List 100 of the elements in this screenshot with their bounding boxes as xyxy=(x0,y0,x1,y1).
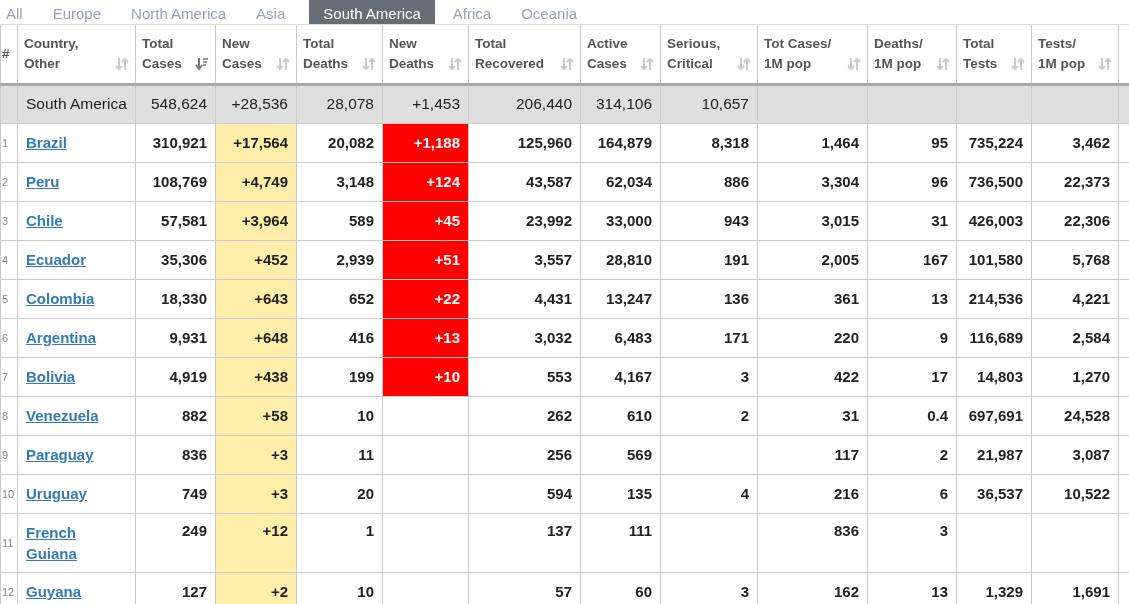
table-cell: 18,330 xyxy=(135,279,216,318)
table-cell: +438 xyxy=(215,357,297,396)
table-cell: 943 xyxy=(660,201,758,240)
table-cell: 10 xyxy=(296,396,383,435)
table-cell: 1,464 xyxy=(757,123,868,162)
table-cell: 2,005 xyxy=(757,240,868,279)
table-cell: 214,536 xyxy=(956,279,1032,318)
row-number: 1 xyxy=(0,123,18,162)
sort-icon[interactable] xyxy=(276,56,290,71)
sort-icon[interactable] xyxy=(115,56,129,71)
region-tab[interactable]: Africa xyxy=(446,0,504,24)
table-cell: +4,749 xyxy=(215,162,297,201)
table-cell: 426,003 xyxy=(956,201,1032,240)
table-cell: 108,769 xyxy=(135,162,216,201)
table-cell: 3,462 xyxy=(1031,123,1119,162)
table-cell: 28,810 xyxy=(580,240,661,279)
table-cell: 220 xyxy=(757,318,868,357)
row-number: 6 xyxy=(0,318,18,357)
table-cell: 4,919 xyxy=(135,357,216,396)
table-cell: 116,689 xyxy=(956,318,1032,357)
country-link[interactable]: Chile xyxy=(26,210,63,231)
table-cell: 96 xyxy=(867,162,957,201)
table-cell: 2,939 xyxy=(296,240,383,279)
table-cell: 553 xyxy=(468,357,581,396)
table-cell: +22 xyxy=(382,279,469,318)
table-cell: 164,879 xyxy=(580,123,661,162)
table-cell: +58 xyxy=(215,396,297,435)
table-cell: 4,431 xyxy=(468,279,581,318)
table-cell: 62,034 xyxy=(580,162,661,201)
region-tab[interactable]: South America xyxy=(309,0,435,24)
table-cell: 13,247 xyxy=(580,279,661,318)
sort-icon[interactable] xyxy=(362,56,376,71)
table-cell: 199 xyxy=(296,357,383,396)
table-cell: +17,564 xyxy=(215,123,297,162)
row-number: 7 xyxy=(0,357,18,396)
table-cell: +3,964 xyxy=(215,201,297,240)
sort-icon[interactable] xyxy=(1098,56,1112,71)
row-number: 2 xyxy=(0,162,18,201)
table-cell: 3,148 xyxy=(296,162,383,201)
table-cell: 3,304 xyxy=(757,162,868,201)
table-cell: 836 xyxy=(135,435,216,474)
table-cell: 6,483 xyxy=(580,318,661,357)
sort-icon[interactable] xyxy=(640,56,654,71)
country-link[interactable]: Peru xyxy=(26,171,60,192)
table-cell: 31 xyxy=(867,201,957,240)
table-cell: 736,500 xyxy=(956,162,1032,201)
table-cell: 2 xyxy=(867,435,957,474)
table-cell: +648 xyxy=(215,318,297,357)
table-cell: 17 xyxy=(867,357,957,396)
row-number: 4 xyxy=(0,240,18,279)
table-cell: 749 xyxy=(135,474,216,513)
table-cell: 697,691 xyxy=(956,396,1032,435)
region-tab[interactable]: Asia xyxy=(250,0,298,24)
row-number: 9 xyxy=(0,435,18,474)
row-number: 12 xyxy=(0,572,18,604)
table-cell: 11 xyxy=(296,435,383,474)
table-cell: 137 xyxy=(468,513,581,572)
table-cell: 136 xyxy=(660,279,758,318)
table-cell: 548,624 xyxy=(135,84,216,123)
country-link[interactable]: Brazil xyxy=(26,132,67,153)
table-cell: +12 xyxy=(215,513,297,572)
table-cell: 1,270 xyxy=(1031,357,1119,396)
table-cell: 125,960 xyxy=(468,123,581,162)
table-cell: 836 xyxy=(757,513,868,572)
sort-descending-icon[interactable] xyxy=(195,56,209,71)
table-cell: 20 xyxy=(296,474,383,513)
table-cell: 594 xyxy=(468,474,581,513)
sort-icon[interactable] xyxy=(936,56,950,71)
table-cell: 57,581 xyxy=(135,201,216,240)
table-cell: 2,584 xyxy=(1031,318,1119,357)
region-tab[interactable]: Europe xyxy=(46,0,114,24)
sort-icon[interactable] xyxy=(1011,56,1025,71)
table-cell: 36,537 xyxy=(956,474,1032,513)
region-tab[interactable]: North America xyxy=(125,0,239,24)
table-cell: +13 xyxy=(382,318,469,357)
table-cell: 4,167 xyxy=(580,357,661,396)
table-cell: 3 xyxy=(660,357,758,396)
table-cell: 3 xyxy=(867,513,957,572)
row-number: 8 xyxy=(0,396,18,435)
table-cell: 111 xyxy=(580,513,661,572)
table-cell: 24,528 xyxy=(1031,396,1119,435)
region-tab[interactable]: Oceania xyxy=(515,0,590,24)
sort-icon[interactable] xyxy=(737,56,751,71)
sort-icon[interactable] xyxy=(560,56,574,71)
table-cell: +2 xyxy=(215,572,297,604)
table-cell: 101,580 xyxy=(956,240,1032,279)
sort-icon[interactable] xyxy=(847,56,861,71)
table-cell: 589 xyxy=(296,201,383,240)
region-tab[interactable]: All xyxy=(0,0,35,24)
table-cell: 35,306 xyxy=(135,240,216,279)
table-cell: 135 xyxy=(580,474,661,513)
row-number: 10 xyxy=(0,474,18,513)
table-cell: 3,032 xyxy=(468,318,581,357)
table-cell: 95 xyxy=(867,123,957,162)
table-cell: 9 xyxy=(867,318,957,357)
sort-icon[interactable] xyxy=(448,56,462,71)
table-cell: 3,015 xyxy=(757,201,868,240)
table-cell: 216 xyxy=(757,474,868,513)
table-cell: 3,557 xyxy=(468,240,581,279)
table-cell: 5,768 xyxy=(1031,240,1119,279)
